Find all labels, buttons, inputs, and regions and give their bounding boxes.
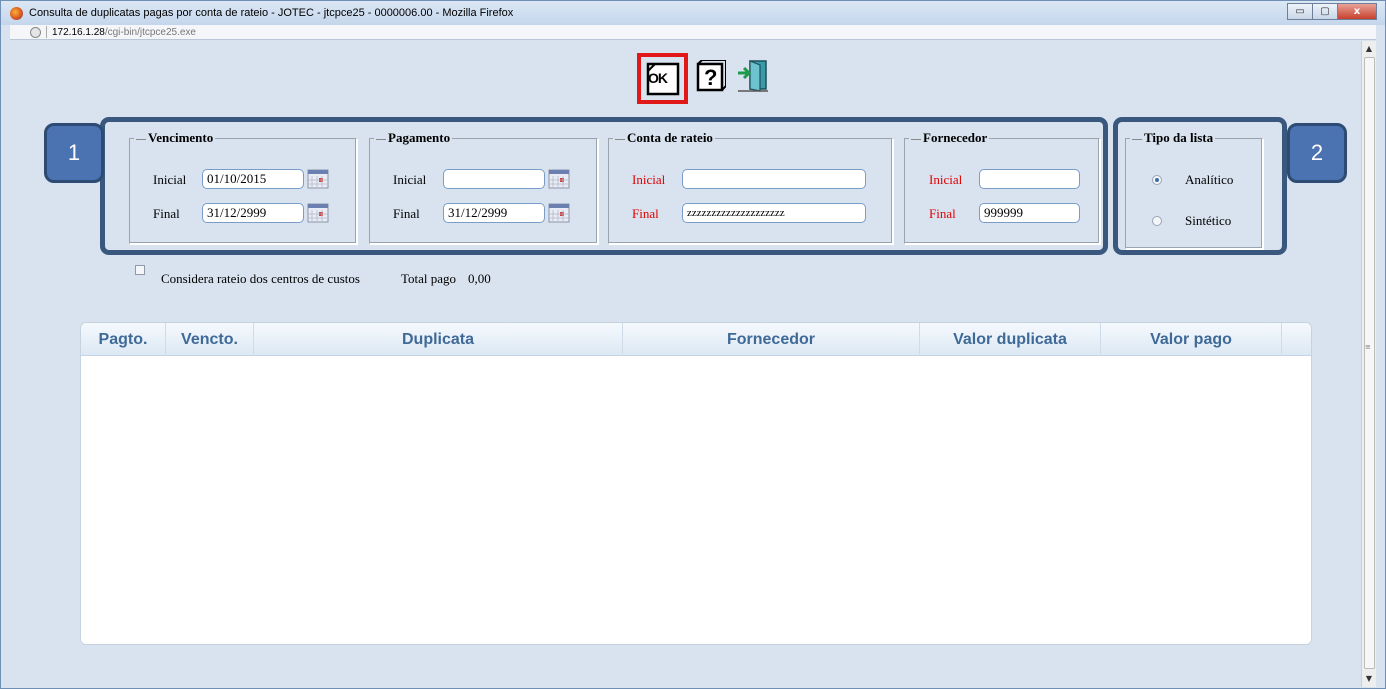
- fornecedor-inicial-input[interactable]: [979, 169, 1080, 189]
- address-separator: [46, 26, 47, 38]
- title-bar: Consulta de duplicatas pagas por conta d…: [1, 1, 1385, 25]
- col-pagto[interactable]: Pagto.: [81, 323, 166, 356]
- exit-button[interactable]: [736, 59, 770, 98]
- col-duplicata[interactable]: Duplicata: [254, 323, 623, 356]
- pagamento-inicial-label: Inicial: [393, 172, 427, 187]
- vencimento-inicial-label: Inicial: [153, 172, 187, 187]
- page-content: OK ? 1 2 Vencimento Inicial 01/10/2015 F…: [10, 41, 1376, 687]
- conta-inicial-input[interactable]: [682, 169, 866, 189]
- toolbar: OK ?: [637, 53, 770, 104]
- ok-label: OK: [648, 70, 668, 86]
- vencimento-final-calendar-icon[interactable]: [307, 203, 329, 223]
- col-fornecedor[interactable]: Fornecedor: [623, 323, 920, 356]
- considera-rateio-checkbox[interactable]: [135, 265, 145, 275]
- vencimento-group: Vencimento Inicial 01/10/2015 Final 31/1…: [129, 130, 357, 244]
- analitico-label: Analítico: [1185, 172, 1234, 187]
- conta-final-input[interactable]: zzzzzzzzzzzzzzzzzzzz: [682, 203, 866, 223]
- tipo-lista-group: Tipo da lista Analítico Sintético: [1125, 130, 1263, 249]
- results-grid: Pagto. Vencto. Duplicata Fornecedor Valo…: [80, 322, 1312, 645]
- grid-body: [81, 357, 1311, 644]
- conta-rateio-legend: Conta de rateio: [613, 130, 715, 146]
- callout-badge-1: 1: [44, 123, 104, 183]
- window-title: Consulta de duplicatas pagas por conta d…: [29, 7, 514, 19]
- maximize-button[interactable]: ▢: [1312, 3, 1338, 20]
- fornecedor-final-label: Final: [929, 206, 956, 221]
- sintetico-radio[interactable]: [1152, 216, 1162, 226]
- scroll-up-icon[interactable]: ▲: [1362, 42, 1376, 56]
- fornecedor-inicial-label: Inicial: [929, 172, 963, 187]
- scroll-thumb[interactable]: [1364, 57, 1375, 669]
- pagamento-final-input[interactable]: 31/12/2999: [443, 203, 545, 223]
- vencimento-final-label: Final: [153, 206, 180, 221]
- ok-button[interactable]: OK: [637, 53, 688, 104]
- firefox-icon: [10, 6, 23, 20]
- conta-final-label: Final: [632, 206, 659, 221]
- scroll-down-icon[interactable]: ▼: [1362, 672, 1376, 686]
- analitico-radio[interactable]: [1152, 175, 1162, 185]
- vencimento-legend: Vencimento: [134, 130, 216, 146]
- fornecedor-legend: Fornecedor: [909, 130, 990, 146]
- minimize-button[interactable]: ▭: [1287, 3, 1313, 20]
- fornecedor-group: Fornecedor Inicial Final 999999: [904, 130, 1100, 244]
- site-identity-icon[interactable]: [30, 26, 41, 38]
- vencimento-inicial-calendar-icon[interactable]: [307, 169, 329, 189]
- total-pago-value: 0,00: [468, 271, 491, 286]
- browser-window: Consulta de duplicatas pagas por conta d…: [0, 0, 1386, 689]
- close-button[interactable]: x: [1337, 3, 1377, 20]
- pagamento-inicial-calendar-icon[interactable]: [548, 169, 570, 189]
- conta-inicial-label: Inicial: [632, 172, 666, 187]
- tipo-lista-legend: Tipo da lista: [1130, 130, 1216, 146]
- vencimento-final-input[interactable]: 31/12/2999: [202, 203, 304, 223]
- considera-rateio-label: Considera rateio dos centros de custos: [161, 271, 360, 286]
- conta-rateio-group: Conta de rateio Inicial Final zzzzzzzzzz…: [608, 130, 893, 244]
- scroll-grip-icon: ≡: [1365, 343, 1371, 351]
- fornecedor-final-input[interactable]: 999999: [979, 203, 1080, 223]
- exit-door-icon: [738, 60, 768, 92]
- window-controls: ▭ ▢ x: [1287, 3, 1377, 20]
- col-valor-duplicata[interactable]: Valor duplicata: [920, 323, 1101, 356]
- sintetico-label: Sintético: [1185, 213, 1232, 228]
- page-scrollbar[interactable]: ▲ ≡ ▼: [1361, 41, 1376, 687]
- total-pago-label: Total pago: [401, 271, 457, 286]
- vencimento-inicial-input[interactable]: 01/10/2015: [202, 169, 304, 189]
- callout-badge-2: 2: [1287, 123, 1347, 183]
- pagamento-legend: Pagamento: [374, 130, 453, 146]
- grid-header: Pagto. Vencto. Duplicata Fornecedor Valo…: [81, 323, 1311, 356]
- help-button[interactable]: ?: [696, 59, 727, 97]
- address-path: /cgi-bin/jtcpce25.exe: [104, 26, 196, 38]
- pagamento-group: Pagamento Inicial Final 31/12/2999: [369, 130, 598, 244]
- address-host: 172.16.1.28: [52, 26, 105, 38]
- pagamento-inicial-input[interactable]: [443, 169, 545, 189]
- pagamento-final-label: Final: [393, 206, 420, 221]
- col-valor-pago[interactable]: Valor pago: [1101, 323, 1282, 356]
- col-vencto[interactable]: Vencto.: [166, 323, 254, 356]
- address-bar[interactable]: 172.16.1.28/cgi-bin/jtcpce25.exe: [10, 25, 1376, 40]
- help-label: ?: [704, 65, 718, 90]
- pagamento-final-calendar-icon[interactable]: [548, 203, 570, 223]
